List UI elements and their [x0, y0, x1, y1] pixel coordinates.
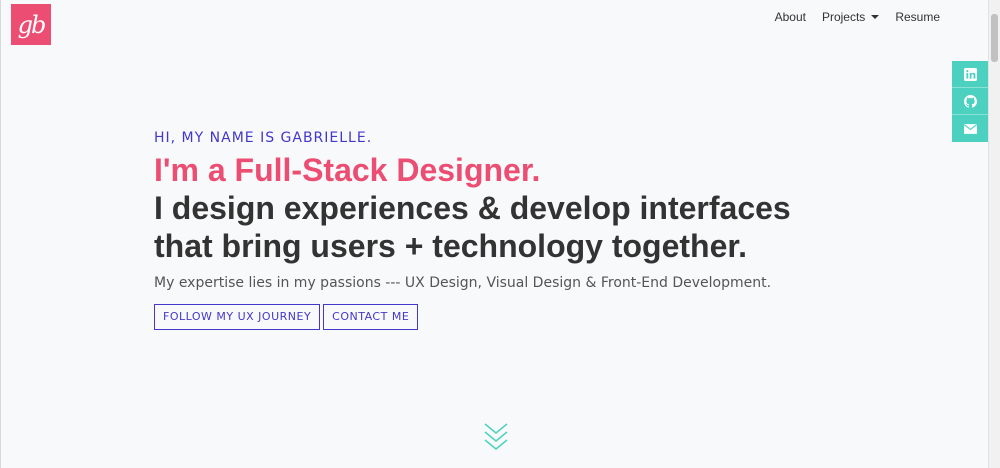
linkedin-icon — [963, 67, 977, 81]
top-nav: About Projects Resume — [775, 10, 940, 24]
hero-buttons: FOLLOW MY UX JOURNEY CONTACT ME — [154, 304, 874, 330]
hero-role: I'm a Full-Stack Designer. — [154, 152, 541, 188]
nav-resume-label: Resume — [895, 10, 940, 24]
nav-about-label: About — [774, 10, 806, 24]
social-links — [952, 61, 988, 142]
nav-projects-label: Projects — [821, 10, 866, 24]
nav-resume[interactable]: Resume — [895, 10, 940, 24]
scroll-down-indicator[interactable] — [483, 422, 509, 461]
nav-projects[interactable]: Projects — [821, 10, 880, 24]
linkedin-button[interactable] — [952, 61, 988, 88]
hero-greeting: HI, MY NAME IS GABRIELLE. — [154, 130, 373, 146]
github-button[interactable] — [952, 88, 988, 115]
logo-text: gb — [17, 10, 47, 39]
envelope-icon — [963, 123, 977, 134]
hero-section: HI, MY NAME IS GABRIELLE. I'm a Full-Sta… — [154, 128, 874, 330]
logo[interactable]: gb — [11, 4, 51, 45]
caret-down-icon — [871, 15, 880, 19]
follow-ux-journey-button[interactable]: FOLLOW MY UX JOURNEY — [154, 304, 321, 330]
contact-me-button[interactable]: CONTACT ME — [323, 304, 419, 330]
hero-headline-line2: that bring users + technology together. — [154, 228, 747, 264]
email-button[interactable] — [952, 115, 988, 142]
scrollbar-thumb[interactable] — [991, 14, 998, 62]
hero-headline-line1: I design experiences & develop interface… — [154, 190, 791, 226]
nav-about[interactable]: About — [775, 10, 806, 24]
hero-subtext: My expertise lies in my passions --- UX … — [154, 275, 772, 291]
chevrons-down-icon — [484, 423, 508, 450]
github-icon — [963, 94, 977, 108]
page-scrollbar[interactable] — [988, 0, 1000, 468]
